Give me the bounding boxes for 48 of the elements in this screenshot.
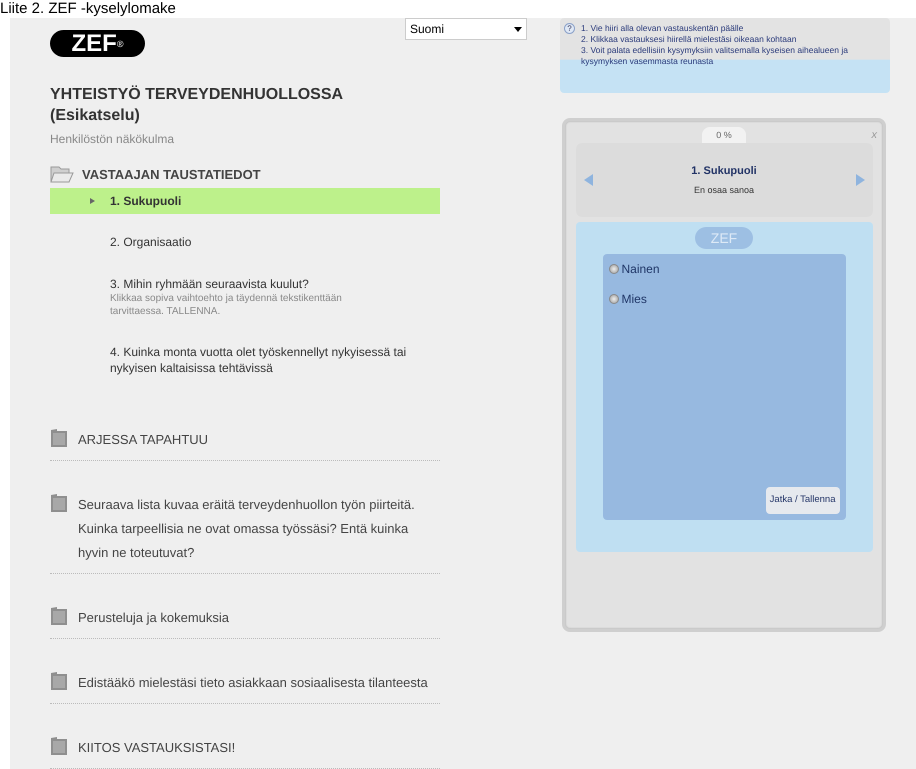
survey-title: YHTEISTYÖ TERVEYDENHUOLLOSSA	[50, 84, 344, 105]
folder-icon	[50, 493, 68, 513]
folder-icon	[50, 428, 68, 448]
help-icon: ?	[564, 23, 575, 34]
question-item[interactable]: 3. Mihin ryhmään seuraavista kuulut? Klikkaa sopiva vaihtoehto ja täydennä tekstikenttään tarvittaessa. TALLENNA.	[50, 270, 440, 324]
zef-logo: ZEF®	[50, 30, 145, 58]
answer-status: En osaa sanoa	[694, 184, 754, 197]
continue-save-button[interactable]: Jatka / Tallenna	[766, 487, 840, 514]
document-caption: Liite 2. ZEF -kyselylomake	[0, 0, 176, 18]
question-item[interactable]: 1. Sukupuoli	[50, 188, 440, 214]
help-text: 1. Vie hiiri alla olevan vastauskentän päälle	[581, 23, 744, 34]
previous-arrow-icon[interactable]	[584, 174, 592, 186]
radio-option[interactable]: Mies	[608, 290, 840, 308]
question-text: 3. Mihin ryhmään seuraavista kuulut?	[110, 276, 310, 292]
question-text: 4. Kuinka monta vuotta olet työskennellyt nykyisessä tai nykyisen kaltaisissa tehtävissä	[110, 344, 408, 376]
section-title: Perusteluja ja kokemuksia	[78, 609, 230, 627]
folder-icon	[50, 736, 68, 756]
help-text: 3. Voit palata edellisiin kysymyksiin valitsemalla kyseisen aihealueen ja kysymyksen vasemmasta reunasta	[581, 45, 849, 67]
question-item[interactable]: 2. Organisaatio	[50, 228, 440, 256]
language-select[interactable]: Suomi	[405, 18, 527, 40]
section-item[interactable]: VASTAAJAN TAUSTATIEDOT	[50, 162, 440, 188]
survey-subtitle: Henkilöstön näkökulma	[50, 131, 176, 148]
radio-option[interactable]: Nainen	[608, 260, 840, 278]
next-arrow-icon[interactable]	[856, 174, 864, 186]
zef-badge: ZEF	[694, 227, 754, 249]
question-text: 2. Organisaatio	[110, 234, 192, 250]
question-text: 1. Sukupuoli	[110, 193, 182, 210]
folder-icon	[50, 606, 68, 626]
section-title: KIITOS VASTAUKSISTASI!	[78, 739, 236, 757]
section-item[interactable]: Edistääkö mielestäsi tieto asiakkaan sosiaalisesta tilanteesta	[50, 665, 440, 704]
section-title: Edistääkö mielestäsi tieto asiakkaan sosiaalisesta tilanteesta	[78, 674, 429, 692]
section-item[interactable]: ARJESSA TAPAHTUU	[50, 422, 440, 461]
section-item[interactable]: Perusteluja ja kokemuksia	[50, 600, 440, 639]
preview-label: (Esikatselu)	[50, 106, 141, 126]
progress-label: 0 %	[702, 127, 746, 143]
question-item[interactable]: 4. Kuinka monta vuotta olet työskennellyt nykyisessä tai nykyisen kaltaisissa tehtävissä	[50, 338, 440, 382]
section-title: VASTAAJAN TAUSTATIEDOT	[82, 166, 261, 184]
dropdown-caret-icon	[514, 26, 522, 32]
section-item[interactable]: Seuraava lista kuvaa eräitä terveydenhuollon työn piirteitä. Kuinka tarpeellisia ne ovat omassa työssäsi? Entä kuinka hyvin ne toteutuvat?	[50, 487, 440, 574]
section-title: Seuraava lista kuvaa eräitä terveydenhuollon työn piirteitä. Kuinka tarpeellisia ne ovat omassa työssäsi? Entä kuinka hyvin ne toteutuvat?	[78, 496, 416, 562]
help-text: 2. Klikkaa vastauksesi hiirellä mielestäsi oikeaan kohtaan	[581, 34, 798, 45]
open-folder-icon	[50, 165, 74, 185]
question-title: 1. Sukupuoli	[691, 164, 757, 178]
triangle-icon	[90, 198, 95, 204]
section-item[interactable]: KIITOS VASTAUKSISTASI!	[50, 730, 440, 769]
folder-icon	[50, 671, 68, 691]
section-title: ARJESSA TAPAHTUU	[78, 431, 210, 449]
question-hint: Klikkaa sopiva vaihtoehto ja täydennä tekstikenttään tarvittaessa. TALLENNA.	[110, 292, 343, 318]
